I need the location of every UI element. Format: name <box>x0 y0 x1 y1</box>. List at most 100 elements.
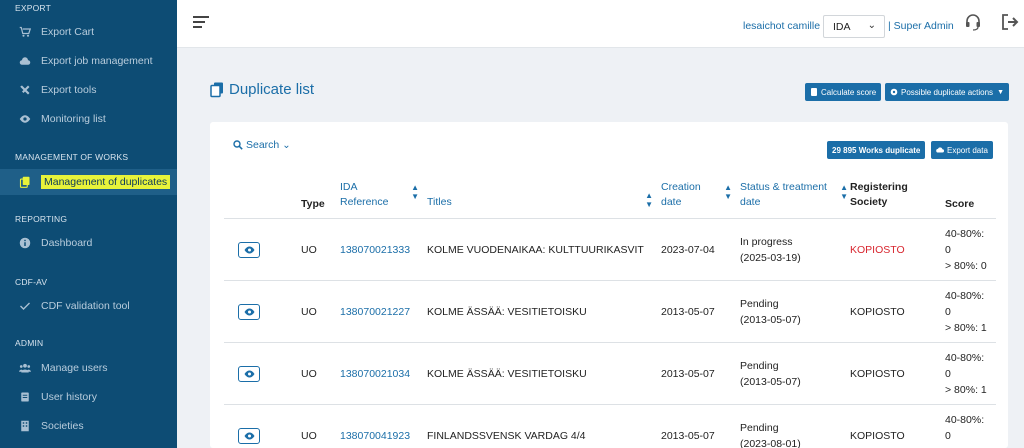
status-date: (2023-08-01) <box>740 437 801 448</box>
creation-date-cell: 2023-07-04 <box>657 218 736 281</box>
sidebar-section-reporting: REPORTING <box>15 214 68 224</box>
score-line: 40-80%: <box>945 289 985 302</box>
user-role: | Super Admin <box>888 20 954 32</box>
reference-link[interactable]: 138070041923 <box>340 430 410 442</box>
title-cell: FINLANDSSVENSK VARDAG 4/4 <box>423 404 657 448</box>
sidebar-item-label: Export job management <box>41 55 153 67</box>
creation-date-cell: 2013-05-07 <box>657 404 736 448</box>
sidebar-item-management-of-duplicates[interactable]: Management of duplicates <box>0 169 177 195</box>
works-duplicate-count-button[interactable]: 29 895 Works duplicate <box>827 141 926 159</box>
calculator-icon <box>811 88 817 96</box>
sidebar-item-label: Manage users <box>41 362 108 374</box>
duplicate-list-card: Search ⌄ 29 895 Works duplicate Export d… <box>210 122 1008 448</box>
eye-icon <box>244 432 254 439</box>
table-row: UO 138070021333 KOLME VUODENAIKAA: KULTT… <box>224 218 996 281</box>
score-cell: 40-80%: 0 > 80%: 1 <box>941 342 996 405</box>
sidebar-item-export-job-management[interactable]: Export job management <box>0 50 177 72</box>
score-line: > 80%: 1 <box>945 383 987 396</box>
calculate-score-button[interactable]: Calculate score <box>805 83 882 101</box>
column-header-type: Type <box>297 174 336 219</box>
score-line: 0 <box>945 429 951 442</box>
sidebar-item-manage-users[interactable]: Manage users <box>0 357 177 379</box>
view-button[interactable] <box>238 241 260 258</box>
column-header-actions <box>224 174 297 219</box>
table-row: UO 138070021034 KOLME ÄSSÄÄ: VESITIETOIS… <box>224 342 996 405</box>
status-cell: Pending (2023-08-01) <box>736 404 846 448</box>
history-icon <box>18 390 32 404</box>
reference-link[interactable]: 138070021333 <box>340 244 410 256</box>
society-cell: KOPIOSTO <box>846 280 941 343</box>
sidebar-item-societies[interactable]: Societies <box>0 415 177 437</box>
column-header-status[interactable]: Status & treatment date ▲ ▼ <box>736 174 848 219</box>
score-line: 40-80%: <box>945 351 985 364</box>
menu-toggle-icon[interactable] <box>193 16 209 30</box>
view-button[interactable] <box>238 427 260 444</box>
status-text: Pending <box>740 297 779 310</box>
society-cell: KOPIOSTO <box>846 218 941 281</box>
view-button[interactable] <box>238 303 260 320</box>
score-cell: 40-80%: 0 > 80%: 1 <box>941 280 996 343</box>
possible-duplicate-actions-label: Possible duplicate actions <box>901 87 994 97</box>
view-button[interactable] <box>238 365 260 382</box>
sort-icon: ▲ ▼ <box>724 183 732 201</box>
sidebar-item-user-history[interactable]: User history <box>0 386 177 408</box>
status-cell: Pending (2013-05-07) <box>736 280 846 343</box>
type-cell: UO <box>297 218 336 281</box>
header-text: Status & treatment <box>740 181 827 193</box>
title-cell: KOLME VUODENAIKAA: KULTTUURIKASVIT <box>423 218 657 281</box>
page-title: Duplicate list <box>210 81 314 98</box>
sidebar-item-export-cart[interactable]: Export Cart <box>0 21 177 43</box>
tools-icon <box>18 83 32 97</box>
gear-icon <box>890 88 898 96</box>
sidebar-item-label: User history <box>41 391 98 403</box>
possible-duplicate-actions-button[interactable]: Possible duplicate actions ▼ <box>885 83 1009 101</box>
column-header-ida-reference[interactable]: IDA Reference ▲ ▼ <box>336 174 423 219</box>
score-line: 40-80%: <box>945 227 985 240</box>
chevron-down-icon: ⌄ <box>282 139 291 151</box>
logout-icon[interactable] <box>1000 12 1020 32</box>
sidebar-section-admin: ADMIN <box>15 338 44 348</box>
creation-date-cell: 2013-05-07 <box>657 342 736 405</box>
reference-cell: 138070021227 <box>336 280 423 343</box>
status-text: Pending <box>740 359 779 372</box>
headset-icon[interactable] <box>963 12 983 32</box>
column-header-creation-date[interactable]: Creation date ▲ ▼ <box>657 174 736 219</box>
sidebar-section-cdf-av: CDF-AV <box>15 277 48 287</box>
organization-select[interactable]: IDA ⌄ <box>823 15 885 38</box>
column-header-titles[interactable]: Titles ▲ ▼ <box>423 174 657 219</box>
sidebar-item-label: Management of duplicates <box>41 175 171 189</box>
search-toggle[interactable]: Search ⌄ <box>233 139 291 151</box>
header-text: Titles <box>427 196 452 208</box>
check-icon <box>18 299 32 313</box>
score-line: 0 <box>945 367 951 380</box>
building-icon <box>18 419 32 433</box>
score-line: > 80%: 3 <box>945 444 992 448</box>
sidebar-item-dashboard[interactable]: Dashboard <box>0 232 177 254</box>
header-text: Reference <box>340 196 389 208</box>
sidebar-item-cdf-validation-tool[interactable]: CDF validation tool <box>0 295 177 317</box>
works-duplicate-count: 29 895 Works duplicate <box>832 145 921 155</box>
export-data-button[interactable]: Export data <box>931 141 993 159</box>
sidebar-item-export-tools[interactable]: Export tools <box>0 79 177 101</box>
sidebar-section-export: EXPORT <box>15 3 51 13</box>
reference-link[interactable]: 138070021227 <box>340 306 410 318</box>
society-cell: KOPIOSTO <box>846 404 941 448</box>
eye-icon <box>244 246 254 253</box>
title-cell: KOLME ÄSSÄÄ: VESITIETOISKU <box>423 342 657 405</box>
society-cell: KOPIOSTO <box>846 342 941 405</box>
reference-link[interactable]: 138070021034 <box>340 368 410 380</box>
title-cell: KOLME ÄSSÄÄ: VESITIETOISKU <box>423 280 657 343</box>
export-data-label: Export data <box>947 145 988 155</box>
status-cell: In progress (2025-03-19) <box>736 218 846 281</box>
sidebar-item-monitoring-list[interactable]: Monitoring list <box>0 108 177 130</box>
sidebar-item-label: Export tools <box>41 84 97 96</box>
status-date: (2025-03-19) <box>740 251 801 264</box>
user-name[interactable]: lesaichot camille - <box>743 20 826 32</box>
info-icon <box>18 236 32 250</box>
copy-icon <box>18 175 32 189</box>
status-date: (2013-05-07) <box>740 375 801 388</box>
type-cell: UO <box>297 342 336 405</box>
sidebar-item-label: Dashboard <box>41 237 93 249</box>
chevron-down-icon: ⌄ <box>867 20 876 31</box>
type-cell: UO <box>297 280 336 343</box>
